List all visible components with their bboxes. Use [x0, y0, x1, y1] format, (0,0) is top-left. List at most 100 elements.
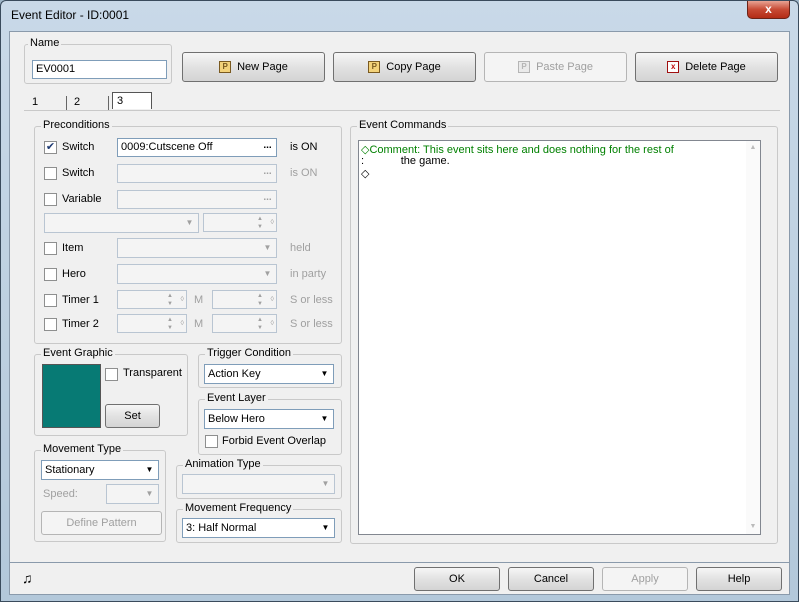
trigger-condition-select[interactable]: Action Key ▼	[204, 364, 334, 384]
forbid-overlap-checkbox[interactable]	[205, 435, 218, 448]
variable-field[interactable]: ...	[117, 190, 277, 209]
timer2-label: Timer 2	[62, 318, 99, 330]
event-graphic-preview[interactable]	[42, 364, 101, 428]
command-line[interactable]: ◇	[361, 167, 369, 180]
chevron-down-icon: ▼	[263, 243, 272, 252]
copy-page-label: Copy Page	[386, 61, 441, 73]
delete-page-icon: x	[667, 61, 680, 73]
event-commands-label: Event Commands	[357, 119, 449, 131]
paste-page-button[interactable]: P Paste Page	[484, 52, 627, 82]
speed-select[interactable]: ▼	[106, 484, 159, 504]
switch1-browse-button[interactable]: ...	[260, 140, 275, 155]
command-line[interactable]: : the game.	[361, 155, 450, 167]
animation-type-select[interactable]: ▼	[182, 474, 335, 494]
copy-page-button[interactable]: P Copy Page	[333, 52, 476, 82]
trigger-condition-label: Trigger Condition	[205, 347, 293, 359]
timer1-suffix: S or less	[290, 294, 333, 306]
timer2-minutes-field[interactable]: ▲ ▼ ◊	[117, 314, 187, 333]
apply-button[interactable]: Apply	[602, 567, 688, 591]
tab-page-1[interactable]: 1	[28, 94, 42, 111]
delete-page-button[interactable]: x Delete Page	[635, 52, 778, 82]
switch2-label: Switch	[62, 167, 95, 179]
title-bar[interactable]: Event Editor - ID:0001 x	[1, 1, 798, 29]
chevron-down-icon: ▼	[320, 414, 329, 423]
timer1-checkbox[interactable]	[44, 294, 57, 307]
spin-dot-icon: ◊	[180, 296, 184, 303]
ok-button[interactable]: OK	[414, 567, 500, 591]
spin-arrows-icon[interactable]: ▲ ▼	[164, 292, 176, 308]
switch2-browse-button[interactable]: ...	[260, 166, 275, 181]
movement-frequency-select[interactable]: 3: Half Normal ▼	[182, 518, 335, 538]
variable-checkbox[interactable]	[44, 193, 57, 206]
spin-arrows-icon[interactable]: ▲ ▼	[254, 215, 266, 231]
trigger-condition-value: Action Key	[208, 368, 261, 380]
preconditions-group: Preconditions	[34, 119, 342, 344]
hero-checkbox[interactable]	[44, 268, 57, 281]
timer2-seconds-field[interactable]: ▲ ▼ ◊	[212, 314, 277, 333]
timer2-checkbox[interactable]	[44, 318, 57, 331]
variable-browse-button[interactable]: ...	[260, 192, 275, 207]
dialog-footer: ♫ OK Cancel Apply Help	[9, 563, 790, 595]
scroll-up-icon[interactable]: ▲	[746, 141, 760, 155]
transparent-checkbox[interactable]	[105, 368, 118, 381]
item-suffix: held	[290, 242, 311, 254]
timer1-minutes-field[interactable]: ▲ ▼ ◊	[117, 290, 187, 309]
tab-separator	[66, 96, 67, 110]
tab-page-2[interactable]: 2	[70, 94, 84, 111]
speed-label: Speed:	[43, 488, 78, 500]
movement-type-select[interactable]: Stationary ▼	[41, 460, 159, 480]
set-graphic-button[interactable]: Set	[105, 404, 160, 428]
window-title: Event Editor - ID:0001	[11, 8, 130, 22]
define-pattern-button[interactable]: Define Pattern	[41, 511, 162, 535]
switch1-label: Switch	[62, 141, 95, 153]
timer2-suffix: S or less	[290, 318, 333, 330]
variable-value-field[interactable]: ▲ ▼ ◊	[203, 213, 277, 232]
switch1-checkbox[interactable]: ✔	[44, 141, 57, 154]
music-note-icon[interactable]: ♫	[22, 570, 33, 586]
spin-arrows-icon[interactable]: ▲ ▼	[164, 316, 176, 332]
new-page-button[interactable]: P New Page	[182, 52, 325, 82]
switch1-suffix: is ON	[290, 141, 318, 153]
switch1-field[interactable]: 0009:Cutscene Off ...	[117, 138, 277, 157]
switch2-field[interactable]: ...	[117, 164, 277, 183]
switch2-suffix: is ON	[290, 167, 318, 179]
event-layer-value: Below Hero	[208, 413, 265, 425]
hero-label: Hero	[62, 268, 86, 280]
chevron-down-icon: ▼	[321, 479, 330, 488]
close-button[interactable]: x	[747, 1, 790, 19]
timer1-seconds-field[interactable]: ▲ ▼ ◊	[212, 290, 277, 309]
event-commands-list[interactable]: ◇Comment: This event sits here and does …	[358, 140, 761, 535]
hero-select[interactable]: ▼	[117, 264, 277, 284]
spin-arrows-icon[interactable]: ▲ ▼	[254, 292, 266, 308]
help-button[interactable]: Help	[696, 567, 782, 591]
switch2-checkbox[interactable]	[44, 167, 57, 180]
chevron-down-icon: ▼	[185, 218, 194, 227]
spin-dot-icon: ◊	[270, 320, 274, 327]
timer2-m-label: M	[194, 318, 204, 330]
forbid-overlap-label: Forbid Event Overlap	[222, 435, 326, 447]
item-checkbox[interactable]	[44, 242, 57, 255]
commands-scrollbar[interactable]: ▲ ▼	[746, 141, 760, 534]
movement-frequency-label: Movement Frequency	[183, 502, 294, 514]
tab-page-3[interactable]: 3	[112, 92, 152, 109]
spin-arrows-icon[interactable]: ▲ ▼	[254, 316, 266, 332]
event-editor-window: Event Editor - ID:0001 x Name EV0001 P N…	[0, 0, 799, 602]
name-field[interactable]: EV0001	[32, 60, 167, 79]
copy-page-icon: P	[368, 61, 381, 73]
paste-page-icon: P	[518, 61, 531, 73]
tab-separator	[108, 96, 109, 110]
movement-type-label: Movement Type	[41, 443, 124, 455]
scroll-down-icon[interactable]: ▼	[746, 520, 760, 534]
variable-operator-select[interactable]: ▼	[44, 213, 199, 233]
chevron-down-icon: ▼	[320, 369, 329, 378]
timer1-m-label: M	[194, 294, 204, 306]
event-layer-select[interactable]: Below Hero ▼	[204, 409, 334, 429]
movement-type-value: Stationary	[45, 464, 95, 476]
spin-dot-icon: ◊	[180, 320, 184, 327]
cancel-button[interactable]: Cancel	[508, 567, 594, 591]
preconditions-label: Preconditions	[41, 119, 112, 131]
item-select[interactable]: ▼	[117, 238, 277, 258]
animation-type-label: Animation Type	[183, 458, 263, 470]
spin-dot-icon: ◊	[270, 296, 274, 303]
name-label: Name	[28, 37, 62, 49]
